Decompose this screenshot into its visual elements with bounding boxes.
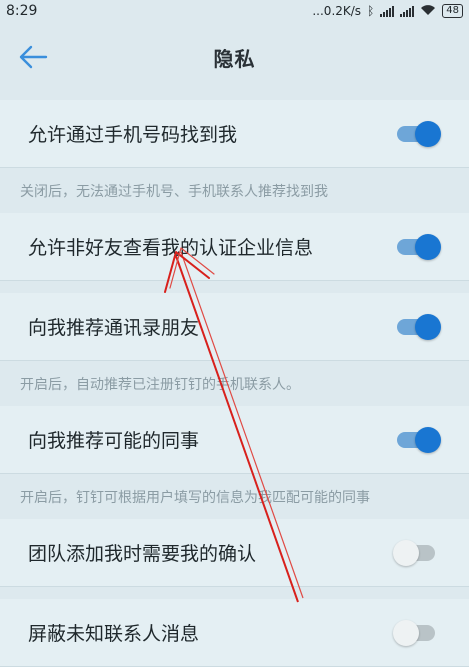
setting-label: 团队添加我时需要我的确认 xyxy=(28,543,257,565)
setting-row-team-confirm[interactable]: 团队添加我时需要我的确认 xyxy=(0,519,469,587)
page-header: 隐私 xyxy=(0,22,469,92)
status-time: 8:29 xyxy=(6,3,38,19)
back-button[interactable] xyxy=(14,40,52,74)
toggle-switch[interactable] xyxy=(393,425,441,455)
setting-note: 开启后，自动推荐已注册钉钉的手机联系人。 xyxy=(20,376,300,393)
setting-row-block-unknown[interactable]: 屏蔽未知联系人消息 xyxy=(0,599,469,667)
page-title: 隐私 xyxy=(213,46,256,71)
setting-label: 屏蔽未知联系人消息 xyxy=(28,623,200,645)
bluetooth-icon: ᛒ xyxy=(367,4,375,18)
network-speed: ...0.2K/s xyxy=(312,4,362,18)
setting-row-company-info[interactable]: 允许非好友查看我的认证企业信息 xyxy=(0,213,469,281)
setting-row-colleagues-recommend[interactable]: 向我推荐可能的同事 xyxy=(0,406,469,474)
setting-label: 允许通过手机号码找到我 xyxy=(28,124,238,146)
setting-note: 关闭后，无法通过手机号、手机联系人推荐找到我 xyxy=(20,183,328,200)
battery-level: 48 xyxy=(446,5,459,16)
status-bar: 8:29 ...0.2K/s ᛒ 48 xyxy=(0,0,469,22)
setting-row-contacts-recommend[interactable]: 向我推荐通讯录朋友 xyxy=(0,293,469,361)
toggle-switch[interactable] xyxy=(393,312,441,342)
toggle-switch[interactable] xyxy=(393,232,441,262)
toggle-switch[interactable] xyxy=(393,618,441,648)
setting-note: 开启后，钉钉可根据用户填写的信息为我匹配可能的同事 xyxy=(20,489,370,506)
setting-row-find-by-phone[interactable]: 允许通过手机号码找到我 xyxy=(0,100,469,168)
arrow-left-icon xyxy=(19,45,48,69)
setting-label: 向我推荐可能的同事 xyxy=(28,430,200,452)
wifi-icon xyxy=(420,4,436,19)
status-icons: ...0.2K/s ᛒ 48 xyxy=(312,4,463,19)
signal-icon-2 xyxy=(400,5,415,17)
battery-icon: 48 xyxy=(442,4,463,18)
signal-icon xyxy=(380,5,395,17)
setting-label: 向我推荐通讯录朋友 xyxy=(28,317,200,339)
toggle-switch[interactable] xyxy=(393,538,441,568)
setting-label: 允许非好友查看我的认证企业信息 xyxy=(28,237,314,259)
toggle-switch[interactable] xyxy=(393,119,441,149)
